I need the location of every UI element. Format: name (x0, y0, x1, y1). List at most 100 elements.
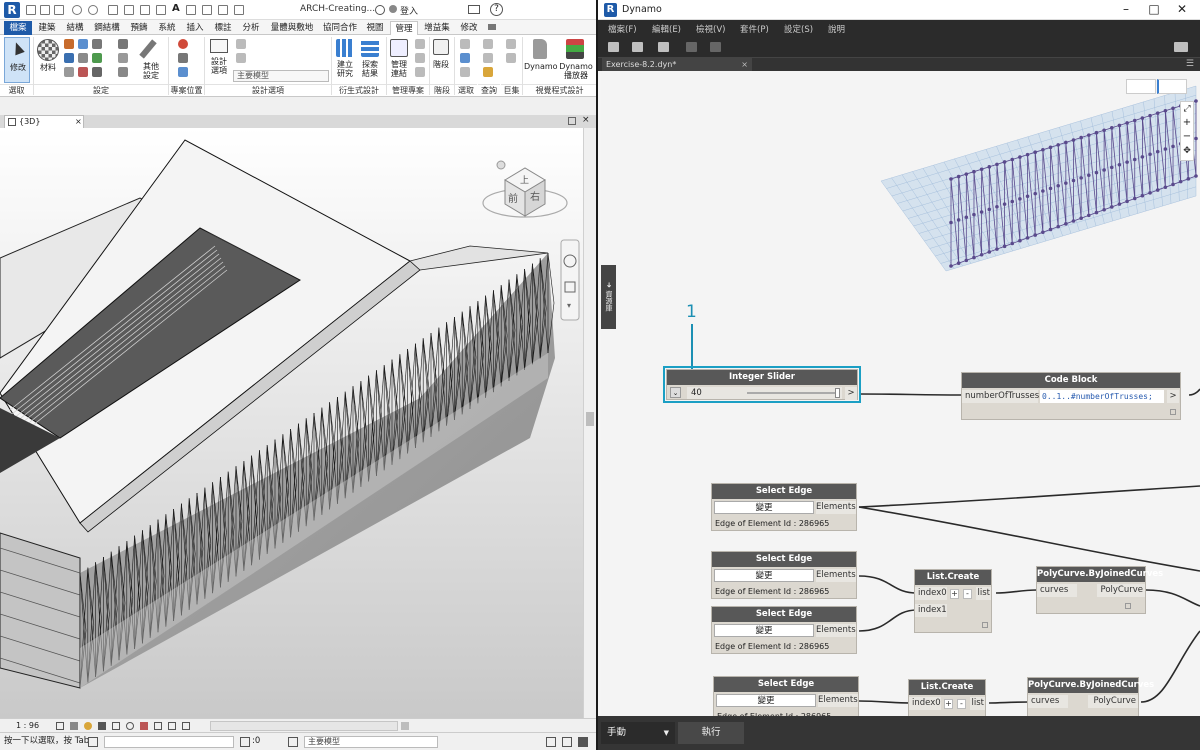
position-icon[interactable] (178, 67, 188, 77)
switch-windows-icon[interactable] (234, 5, 244, 15)
search-icon[interactable] (375, 5, 385, 15)
graph-canvas[interactable]: ⤢ + − ✥ ➜ 資源庫 1 Integer Slider ⌄ 40 > Co… (601, 71, 1200, 716)
explore-results-label-2[interactable]: 結果 (357, 69, 383, 78)
dynamo-label[interactable]: Dynamo (524, 62, 558, 71)
other-settings-label-1[interactable]: 其他 (138, 62, 164, 71)
structural-settings-icon[interactable] (118, 39, 128, 49)
worksets-icon[interactable] (88, 737, 98, 747)
save-selection-icon[interactable] (460, 39, 470, 49)
run-button[interactable]: 執行 (678, 722, 744, 744)
manage-links-icon[interactable] (390, 39, 408, 57)
viewcube-right[interactable]: 右 (530, 190, 540, 203)
dynamo-icon[interactable] (533, 39, 547, 59)
tab-view[interactable]: 視圖 (362, 21, 388, 35)
menu-settings[interactable]: 設定(S) (784, 23, 813, 35)
slider-thumb[interactable] (835, 388, 840, 398)
design-options-status-icon[interactable] (288, 737, 298, 747)
manage-links-label-1[interactable]: 管理 (386, 60, 412, 69)
tab-architecture[interactable]: 建築 (34, 21, 60, 35)
create-study-icon[interactable] (336, 39, 354, 57)
open-file-icon[interactable] (632, 42, 643, 52)
shared-parameters-icon[interactable] (78, 53, 88, 63)
undo-icon[interactable] (72, 5, 82, 15)
design-option-combo[interactable]: 主要模型 (304, 736, 438, 748)
nav-expand-icon[interactable]: ▾ (567, 301, 571, 310)
screenshot-icon[interactable] (1174, 42, 1188, 52)
close-icon[interactable]: ✕ (1174, 3, 1190, 17)
undo-icon[interactable] (686, 42, 697, 52)
scrollbar-thumb[interactable] (401, 722, 409, 730)
design-options-icon[interactable] (210, 39, 228, 53)
library-toggle[interactable]: ➜ 資源庫 (601, 265, 616, 329)
coordinates-icon[interactable] (178, 53, 188, 63)
cart-icon[interactable] (468, 5, 480, 14)
dynamo-player-label-2[interactable]: 播放器 (558, 71, 594, 80)
reveal-hidden-icon[interactable] (140, 722, 148, 730)
tab-insert[interactable]: 插入 (182, 21, 208, 35)
explore-results-label-1[interactable]: 探索 (357, 60, 383, 69)
input-port-index0[interactable]: index0 (915, 587, 947, 600)
change-selection-button[interactable]: 變更 (714, 501, 814, 514)
select-edge-node[interactable]: Select Edge 變更 Elements Edge of Element … (713, 676, 859, 716)
slider-expand-icon[interactable]: ⌄ (670, 387, 681, 398)
snaps-icon[interactable] (78, 39, 88, 49)
view-tab-3d[interactable]: {3D} × (4, 115, 84, 128)
help-icon[interactable]: ? (490, 3, 503, 16)
input-port-index0[interactable]: index0 (909, 697, 941, 710)
units-icon[interactable] (92, 67, 102, 77)
polycurve-node[interactable]: PolyCurve.ByJoinedCurves curves PolyCurv… (1027, 677, 1154, 716)
tab-systems[interactable]: 系統 (154, 21, 180, 35)
menu-help[interactable]: 說明 (828, 23, 845, 35)
select-edge-node[interactable]: Select Edge 變更 Elements Edge of Element … (711, 606, 857, 654)
modify-button[interactable]: 修改 (4, 37, 30, 83)
detail-level-icon[interactable] (56, 722, 64, 730)
analysis-display-icon[interactable] (168, 722, 176, 730)
remove-input-button[interactable]: - (963, 589, 972, 599)
close-icon[interactable]: × (582, 115, 590, 125)
shadows-icon[interactable] (98, 722, 106, 730)
phases-icon[interactable] (433, 39, 449, 55)
preview-toggle-icon[interactable] (1170, 409, 1176, 415)
tabs-menu-icon[interactable]: ☰ (1186, 59, 1194, 69)
project-info-icon[interactable] (92, 39, 102, 49)
list-create-node[interactable]: List.Create index0 + - list index1 (914, 569, 992, 633)
decal-types-icon[interactable] (415, 67, 425, 77)
main-model-combo[interactable]: 主要模型 (233, 70, 329, 82)
pan-icon[interactable]: ✥ (1181, 144, 1193, 158)
add-input-button[interactable]: + (944, 699, 953, 709)
slider-value[interactable]: 40 (691, 387, 702, 399)
slider-track[interactable] (747, 392, 839, 394)
pick-to-edit-icon[interactable] (236, 53, 246, 63)
save-icon[interactable] (40, 5, 50, 15)
manage-links-label-2[interactable]: 連結 (386, 69, 412, 78)
geometry-view-toggle-icon[interactable] (1126, 79, 1156, 94)
output-port-elements[interactable]: Elements (816, 501, 856, 514)
tab-precast[interactable]: 預鑄 (126, 21, 152, 35)
add-to-set-icon[interactable] (236, 39, 246, 49)
panel-schedule-icon[interactable] (118, 67, 128, 77)
preview-toggle-icon[interactable] (982, 622, 988, 628)
ribbon-options-icon[interactable] (488, 24, 496, 30)
output-port[interactable]: > (1167, 390, 1179, 403)
maximize-icon[interactable]: □ (1146, 3, 1162, 17)
tab-massing[interactable]: 量體與敷地 (266, 21, 318, 35)
tab-collaborate[interactable]: 協同合作 (320, 21, 360, 35)
add-input-button[interactable]: + (950, 589, 959, 599)
vertical-scrollbar[interactable] (583, 128, 596, 718)
crop-view-icon[interactable] (112, 722, 120, 730)
code-block-node[interactable]: Code Block numberOfTrusses 0..1..#number… (961, 372, 1181, 420)
horizontal-scrollbar[interactable] (210, 721, 409, 731)
temporary-hide-icon[interactable] (126, 722, 134, 730)
scrollbar-thumb[interactable] (586, 412, 594, 426)
viewcube-front[interactable]: 前 (508, 192, 518, 205)
select-pinned-icon[interactable] (562, 737, 572, 747)
graph-view-toggle-icon[interactable] (1157, 79, 1187, 94)
run-mode-select[interactable]: 手動 ▼ (601, 722, 675, 744)
output-port-polycurve[interactable]: PolyCurve (1088, 695, 1138, 708)
print-icon[interactable] (108, 5, 118, 15)
warnings-icon[interactable] (483, 67, 493, 77)
wrench-icon[interactable] (139, 39, 157, 59)
project-parameters-icon[interactable] (64, 53, 74, 63)
text-icon[interactable]: A (172, 3, 180, 14)
zoom-in-icon[interactable]: + (1181, 116, 1193, 130)
